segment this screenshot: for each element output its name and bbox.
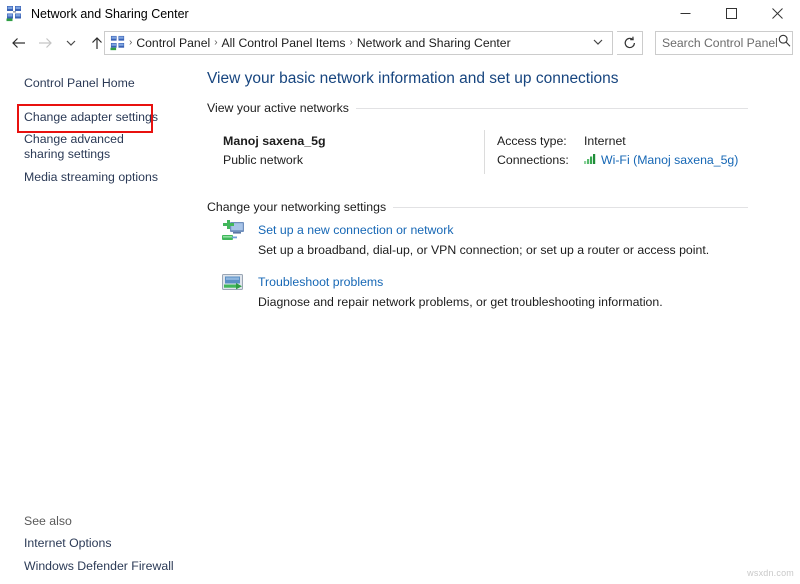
page-title: View your basic network information and … (207, 70, 619, 87)
access-type-label: Access type: (497, 134, 567, 148)
title-bar: Network and Sharing Center (0, 0, 800, 27)
search-icon[interactable] (778, 34, 791, 52)
vertical-divider (484, 130, 485, 174)
breadcrumb-item-control-panel[interactable]: Control Panel (133, 36, 213, 50)
sidebar-item-change-adapter-settings[interactable]: Change adapter settings (24, 110, 158, 125)
maximize-button[interactable] (708, 0, 754, 27)
breadcrumb-item-all-items[interactable]: All Control Panel Items (219, 36, 349, 50)
forward-button[interactable] (32, 27, 58, 59)
connection-name[interactable]: Wi-Fi (Manoj saxena_5g) (601, 153, 738, 167)
active-network-name: Manoj saxena_5g (223, 134, 326, 148)
section-title-networking-settings: Change your networking settings (207, 200, 394, 214)
section-divider (336, 207, 748, 208)
back-button[interactable] (6, 27, 32, 59)
connection-link-wifi[interactable]: Wi-Fi (Manoj saxena_5g) (584, 153, 738, 167)
see-also-item-windows-defender-firewall[interactable]: Windows Defender Firewall (24, 559, 174, 573)
watermark: wsxdn.com (747, 568, 794, 578)
search-box[interactable]: Search Control Panel (655, 31, 793, 55)
access-type-value: Internet (584, 134, 626, 148)
section-title-active-networks: View your active networks (207, 101, 356, 115)
close-button[interactable] (754, 0, 800, 27)
new-connection-icon (220, 219, 246, 245)
sidebar-item-change-advanced-sharing-settings[interactable]: Change advanced sharing settings (24, 132, 159, 162)
window-title: Network and Sharing Center (31, 6, 189, 21)
window-controls (662, 0, 800, 27)
sidebar-item-media-streaming-options[interactable]: Media streaming options (24, 170, 158, 185)
see-also-heading: See also (24, 514, 72, 528)
wifi-signal-icon (584, 153, 597, 167)
breadcrumb-item-current[interactable]: Network and Sharing Center (354, 36, 514, 50)
refresh-button[interactable] (617, 31, 643, 55)
network-sharing-icon (6, 5, 23, 22)
sidebar: Control Panel Home Change adapter settin… (0, 62, 196, 584)
connections-label: Connections: (497, 153, 569, 167)
link-set-up-new-connection[interactable]: Set up a new connection or network (258, 223, 454, 237)
recent-locations-button[interactable] (58, 27, 84, 59)
search-input[interactable]: Search Control Panel (662, 36, 778, 50)
chevron-down-icon[interactable] (592, 34, 604, 52)
address-bar[interactable]: › Control Panel › All Control Panel Item… (104, 31, 613, 55)
active-network-type: Public network (223, 153, 303, 167)
see-also-item-internet-options[interactable]: Internet Options (24, 536, 112, 550)
sidebar-item-control-panel-home[interactable]: Control Panel Home (24, 76, 135, 91)
link-troubleshoot-problems[interactable]: Troubleshoot problems (258, 275, 383, 289)
minimize-button[interactable] (662, 0, 708, 27)
troubleshoot-icon (220, 271, 246, 297)
description-troubleshoot-problems: Diagnose and repair network problems, or… (258, 295, 663, 309)
main-content: View your basic network information and … (196, 62, 800, 584)
description-set-up-new-connection: Set up a broadband, dial-up, or VPN conn… (258, 243, 710, 257)
network-sharing-center-window: Network and Sharing Center › Control Pan… (0, 0, 800, 584)
address-network-icon (110, 35, 126, 51)
section-divider (326, 108, 748, 109)
